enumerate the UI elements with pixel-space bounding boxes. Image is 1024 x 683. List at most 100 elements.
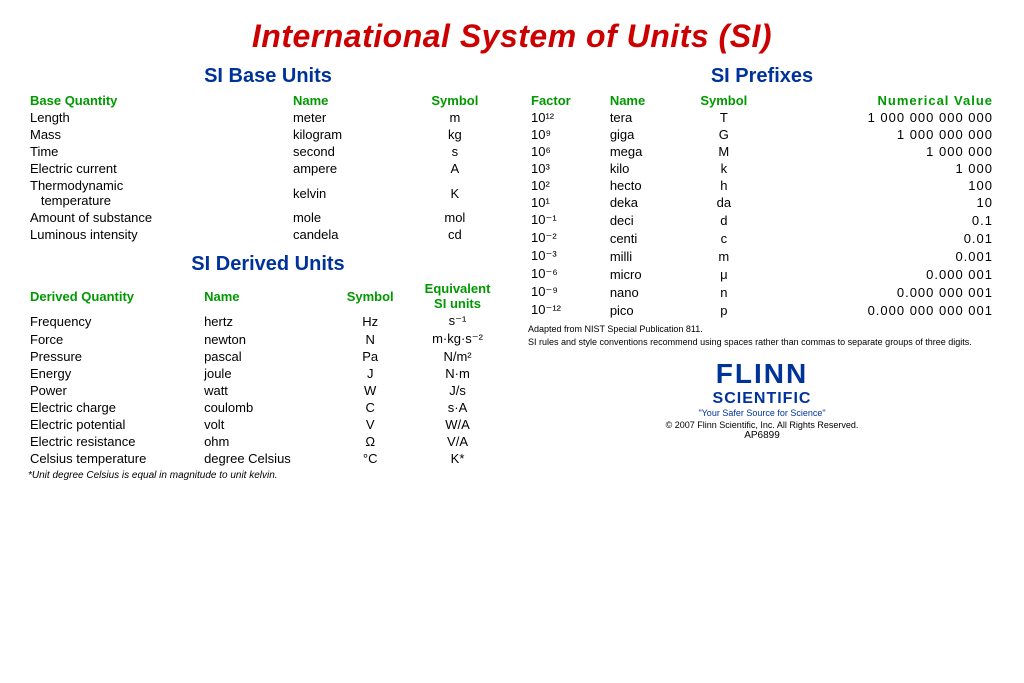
prefix-row: 10⁻⁶ micro μ 0.000 001 (528, 265, 996, 283)
derived-name-cell: ohm (202, 433, 333, 450)
derived-equiv-cell: s·A (407, 399, 508, 416)
prefix-factor-cell: 10³ (528, 160, 607, 177)
prefix-name-cell: giga (607, 126, 678, 143)
derived-equiv-cell: K* (407, 450, 508, 467)
prefix-name-cell: micro (607, 265, 678, 283)
flinn-tagline: "Your Safer Source for Science" (528, 408, 996, 418)
derived-symbol-cell: Pa (333, 348, 407, 365)
prefix-symbol-cell: c (678, 229, 769, 247)
main-title: International System of Units (SI) (28, 18, 996, 55)
prefix-symbol-cell: m (678, 247, 769, 265)
prefix-symbol-cell: M (678, 143, 769, 160)
derived-quantity-cell: Celsius temperature (28, 450, 202, 467)
prefixes-table: Factor Name Symbol Numerical Value 10¹² … (528, 92, 996, 319)
derived-unit-row: Energy joule J N·m (28, 365, 508, 382)
prefix-row: 10¹² tera T 1 000 000 000 000 (528, 109, 996, 126)
derived-name-header: Name (202, 280, 333, 312)
prefix-symbol-cell: h (678, 177, 769, 194)
derived-quantity-cell: Force (28, 330, 202, 348)
derived-equiv-cell: W/A (407, 416, 508, 433)
derived-quantity-cell: Electric charge (28, 399, 202, 416)
derived-equiv-cell: J/s (407, 382, 508, 399)
base-symbol-cell: kg (402, 126, 508, 143)
prefix-symbol-cell: μ (678, 265, 769, 283)
base-name-cell: meter (291, 109, 402, 126)
derived-name-cell: volt (202, 416, 333, 433)
prefix-symbol-cell: da (678, 194, 769, 211)
prefix-row: 10⁻¹ deci d 0.1 (528, 211, 996, 229)
prefix-name-cell: nano (607, 283, 678, 301)
base-unit-row: Length meter m (28, 109, 508, 126)
derived-quantity-cell: Frequency (28, 312, 202, 330)
base-symbol-cell: s (402, 143, 508, 160)
numerical-header: Numerical Value (769, 92, 996, 109)
prefix-row: 10² hecto h 100 (528, 177, 996, 194)
prefix-factor-cell: 10⁹ (528, 126, 607, 143)
prefix-factor-cell: 10⁻⁹ (528, 283, 607, 301)
derived-units-table: Derived Quantity Name Symbol EquivalentS… (28, 280, 508, 467)
prefix-name-cell: kilo (607, 160, 678, 177)
prefixes-title: SI Prefixes (528, 65, 996, 88)
derived-symbol-cell: W (333, 382, 407, 399)
derived-name-cell: degree Celsius (202, 450, 333, 467)
prefix-factor-cell: 10⁻⁶ (528, 265, 607, 283)
adapted-note: Adapted from NIST Special Publication 81… (528, 323, 996, 348)
prefix-name-cell: deka (607, 194, 678, 211)
prefix-row: 10⁻² centi c 0.01 (528, 229, 996, 247)
prefix-symbol-cell: d (678, 211, 769, 229)
prefix-symbol-cell: T (678, 109, 769, 126)
base-name-cell: mole (291, 209, 402, 226)
prefix-numerical-cell: 100 (769, 177, 996, 194)
prefix-row: 10³ kilo k 1 000 (528, 160, 996, 177)
derived-symbol-cell: Hz (333, 312, 407, 330)
derived-quantity-cell: Electric resistance (28, 433, 202, 450)
derived-symbol-cell: °C (333, 450, 407, 467)
prefix-factor-cell: 10¹ (528, 194, 607, 211)
derived-unit-row: Electric resistance ohm Ω V/A (28, 433, 508, 450)
base-name-cell: kelvin (291, 177, 402, 209)
derived-unit-row: Electric potential volt V W/A (28, 416, 508, 433)
derived-quantity-cell: Power (28, 382, 202, 399)
two-columns: SI Base Units Base Quantity Name Symbol … (28, 65, 996, 673)
derived-units-header-row: Derived Quantity Name Symbol EquivalentS… (28, 280, 508, 312)
prefix-factor-cell: 10⁶ (528, 143, 607, 160)
flinn-ap: AP6899 (528, 430, 996, 441)
prefix-factor-cell: 10⁻³ (528, 247, 607, 265)
derived-unit-row: Celsius temperature degree Celsius °C K* (28, 450, 508, 467)
prefix-row: 10⁶ mega M 1 000 000 (528, 143, 996, 160)
prefix-numerical-cell: 0.000 001 (769, 265, 996, 283)
derived-unit-row: Frequency hertz Hz s⁻¹ (28, 312, 508, 330)
derived-equiv-header: EquivalentSI units (407, 280, 508, 312)
derived-quantity-header: Derived Quantity (28, 280, 202, 312)
base-unit-row: Mass kilogram kg (28, 126, 508, 143)
prefix-row: 10⁻¹² pico p 0.000 000 000 001 (528, 301, 996, 319)
prefix-name-cell: deci (607, 211, 678, 229)
prefix-name-cell: pico (607, 301, 678, 319)
derived-unit-row: Electric charge coulomb C s·A (28, 399, 508, 416)
derived-symbol-cell: C (333, 399, 407, 416)
prefix-symbol-cell: k (678, 160, 769, 177)
derived-symbol-cell: J (333, 365, 407, 382)
prefix-factor-cell: 10² (528, 177, 607, 194)
flinn-copyright: © 2007 Flinn Scientific, Inc. All Rights… (528, 420, 996, 430)
prefix-name-header: Name (607, 92, 678, 109)
derived-quantity-cell: Energy (28, 365, 202, 382)
prefix-symbol-header: Symbol (678, 92, 769, 109)
prefix-name-cell: milli (607, 247, 678, 265)
derived-units-title: SI Derived Units (28, 253, 508, 276)
base-quantity-cell: Amount of substance (28, 209, 291, 226)
derived-name-cell: watt (202, 382, 333, 399)
derived-footnote: *Unit degree Celsius is equal in magnitu… (28, 470, 508, 481)
derived-unit-row: Force newton N m·kg·s⁻² (28, 330, 508, 348)
base-quantity-cell: Length (28, 109, 291, 126)
prefix-factor-cell: 10⁻¹ (528, 211, 607, 229)
prefix-symbol-cell: G (678, 126, 769, 143)
prefix-factor-cell: 10⁻² (528, 229, 607, 247)
base-unit-row: Electric current ampere A (28, 160, 508, 177)
prefix-symbol-cell: p (678, 301, 769, 319)
prefix-name-cell: mega (607, 143, 678, 160)
prefix-row: 10¹ deka da 10 (528, 194, 996, 211)
prefix-numerical-cell: 1 000 000 (769, 143, 996, 160)
base-quantity-cell: Mass (28, 126, 291, 143)
prefix-name-cell: hecto (607, 177, 678, 194)
